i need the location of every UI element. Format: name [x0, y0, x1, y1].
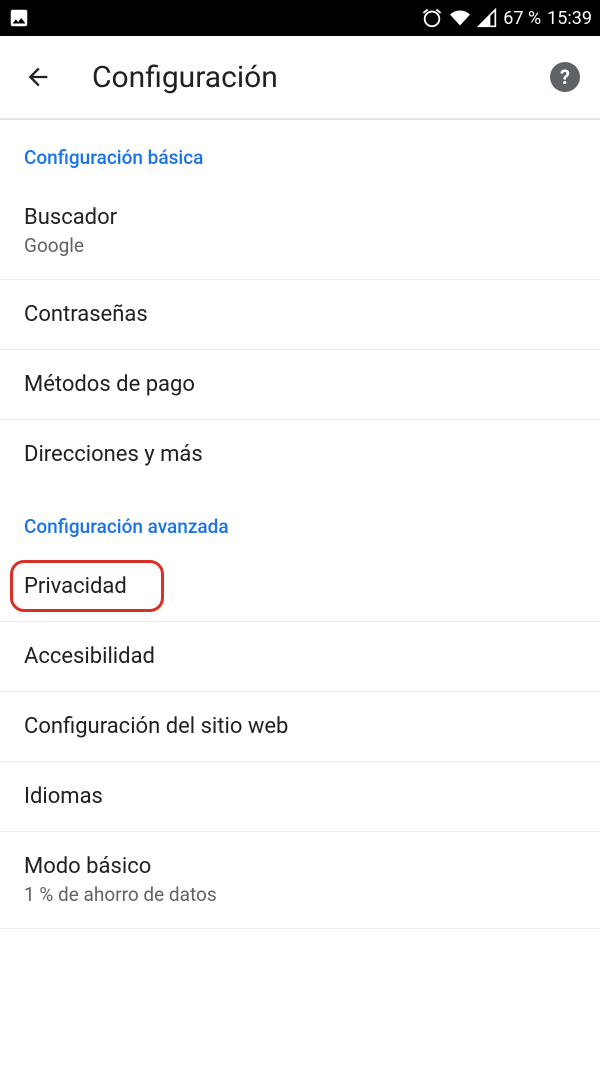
picture-icon — [8, 7, 30, 29]
item-title: Métodos de pago — [24, 372, 576, 397]
item-title: Configuración del sitio web — [24, 714, 576, 739]
item-title: Contraseñas — [24, 302, 576, 327]
signal-icon — [477, 8, 497, 28]
item-title: Buscador — [24, 205, 576, 230]
app-bar: Configuración ? — [0, 36, 600, 120]
section-header-advanced: Configuración avanzada — [0, 489, 600, 552]
settings-content: Configuración básica Buscador Google Con… — [0, 120, 600, 929]
settings-item-payment-methods[interactable]: Métodos de pago — [0, 350, 600, 420]
status-bar-left — [8, 7, 30, 29]
section-header-basic: Configuración básica — [0, 120, 600, 183]
settings-item-addresses[interactable]: Direcciones y más — [0, 420, 600, 489]
item-subtitle: 1 % de ahorro de datos — [24, 883, 576, 906]
item-title: Direcciones y más — [24, 442, 576, 467]
settings-item-site-settings[interactable]: Configuración del sitio web — [0, 692, 600, 762]
arrow-back-icon — [24, 63, 52, 91]
settings-item-lite-mode[interactable]: Modo básico 1 % de ahorro de datos — [0, 832, 600, 929]
help-icon: ? — [560, 65, 570, 89]
settings-item-accessibility[interactable]: Accesibilidad — [0, 622, 600, 692]
wifi-icon — [449, 8, 471, 28]
time: 15:39 — [547, 8, 592, 29]
item-title: Idiomas — [24, 784, 576, 809]
back-button[interactable] — [20, 59, 56, 95]
settings-item-languages[interactable]: Idiomas — [0, 762, 600, 832]
alarm-icon — [421, 7, 443, 29]
settings-item-passwords[interactable]: Contraseñas — [0, 280, 600, 350]
item-title: Privacidad — [24, 574, 576, 599]
status-bar: 67 % 15:39 — [0, 0, 600, 36]
settings-item-search-engine[interactable]: Buscador Google — [0, 183, 600, 280]
page-title: Configuración — [92, 60, 550, 95]
help-button[interactable]: ? — [550, 62, 580, 92]
item-title: Accesibilidad — [24, 644, 576, 669]
item-title: Modo básico — [24, 854, 576, 879]
status-bar-right: 67 % 15:39 — [421, 7, 592, 29]
battery-percent: 67 % — [503, 8, 541, 29]
item-subtitle: Google — [24, 234, 576, 257]
settings-item-privacy[interactable]: Privacidad — [0, 552, 600, 622]
